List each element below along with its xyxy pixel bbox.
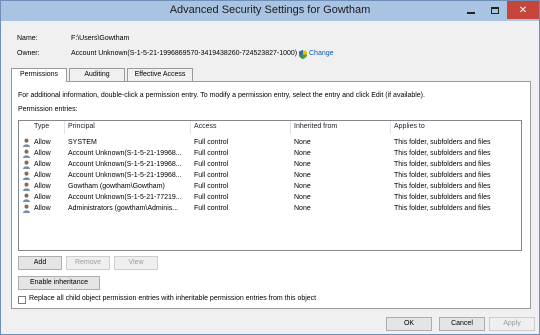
owner-value: Account Unknown(S-1-5-21-1996869570-3419… [71, 50, 298, 57]
tab-permissions[interactable]: Permissions [11, 68, 67, 82]
cell-principal: Account Unknown(S-1-5-21-19968... [68, 161, 182, 168]
column-inherited-from[interactable]: Inherited from [291, 121, 391, 134]
cell-inherited-from: None [294, 139, 311, 146]
cell-inherited-from: None [294, 172, 311, 179]
user-icon [23, 171, 30, 180]
cell-applies-to: This folder, subfolders and files [394, 139, 491, 146]
cell-access: Full control [194, 194, 229, 201]
cell-access: Full control [194, 183, 229, 190]
cell-applies-to: This folder, subfolders and files [394, 183, 491, 190]
cell-inherited-from: None [294, 205, 311, 212]
cell-type: Allow [34, 194, 51, 201]
cell-applies-to: This folder, subfolders and files [394, 194, 491, 201]
title-bar[interactable]: Advanced Security Settings for Gowtham ✕ [1, 1, 539, 21]
minimize-icon [467, 12, 475, 14]
replace-child-permissions-checkbox[interactable] [18, 296, 26, 304]
shield-icon [299, 50, 307, 59]
close-button[interactable]: ✕ [507, 1, 539, 19]
cell-access: Full control [194, 150, 229, 157]
cell-inherited-from: None [294, 183, 311, 190]
cell-principal: Gowtham (gowtham\Gowtham) [68, 183, 165, 190]
cell-applies-to: This folder, subfolders and files [394, 172, 491, 179]
user-icon [23, 182, 30, 191]
table-row[interactable]: Allow Administrators (gowtham\Adminis...… [19, 203, 521, 214]
cell-applies-to: This folder, subfolders and files [394, 161, 491, 168]
change-owner-link[interactable]: Change [309, 50, 334, 57]
cell-type: Allow [34, 139, 51, 146]
enable-inheritance-button[interactable]: Enable inheritance [18, 276, 100, 290]
user-icon [23, 204, 30, 213]
cell-principal: Account Unknown(S-1-5-21-77219... [68, 194, 182, 201]
apply-button[interactable]: Apply [489, 317, 535, 331]
table-row[interactable]: Allow Gowtham (gowtham\Gowtham) Full con… [19, 181, 521, 192]
cell-type: Allow [34, 205, 51, 212]
permissions-panel: For additional information, double-click… [11, 81, 531, 309]
cell-type: Allow [34, 161, 51, 168]
advanced-security-window: Advanced Security Settings for Gowtham ✕… [0, 0, 540, 335]
cell-access: Full control [194, 161, 229, 168]
owner-label: Owner: [17, 50, 40, 57]
cell-type: Allow [34, 150, 51, 157]
minimize-button[interactable] [459, 1, 483, 19]
cell-principal: Account Unknown(S-1-5-21-19968... [68, 150, 182, 157]
cell-principal: SYSTEM [68, 139, 97, 146]
user-icon [23, 149, 30, 158]
cell-inherited-from: None [294, 161, 311, 168]
add-button[interactable]: Add [18, 256, 62, 270]
table-row[interactable]: Allow Account Unknown(S-1-5-21-19968... … [19, 170, 521, 181]
cell-access: Full control [194, 172, 229, 179]
table-row[interactable]: Allow Account Unknown(S-1-5-21-77219... … [19, 192, 521, 203]
tab-auditing[interactable]: Auditing [69, 68, 125, 81]
column-applies-to[interactable]: Applies to [391, 121, 521, 134]
maximize-icon [491, 6, 499, 14]
cell-inherited-from: None [294, 150, 311, 157]
close-icon: ✕ [518, 4, 528, 16]
name-value: F:\Users\Gowtham [71, 35, 130, 42]
cell-access: Full control [194, 139, 229, 146]
permissions-info-text: For additional information, double-click… [18, 92, 425, 99]
remove-button[interactable]: Remove [66, 256, 110, 270]
cell-principal: Administrators (gowtham\Adminis... [68, 205, 179, 212]
view-button[interactable]: View [114, 256, 158, 270]
permission-entries-label: Permission entries: [18, 106, 78, 113]
cell-type: Allow [34, 172, 51, 179]
maximize-button[interactable] [483, 1, 507, 19]
permission-entries-list[interactable]: Type Principal Access Inherited from App… [18, 120, 522, 251]
cell-access: Full control [194, 205, 229, 212]
name-label: Name: [17, 35, 38, 42]
table-row[interactable]: Allow Account Unknown(S-1-5-21-19968... … [19, 159, 521, 170]
cancel-button[interactable]: Cancel [439, 317, 485, 331]
column-type[interactable]: Type [31, 121, 65, 134]
column-principal[interactable]: Principal [65, 121, 191, 134]
user-icon [23, 138, 30, 147]
cell-applies-to: This folder, subfolders and files [394, 150, 491, 157]
user-icon [23, 160, 30, 169]
table-row[interactable]: Allow SYSTEM Full control None This fold… [19, 137, 521, 148]
user-icon [23, 193, 30, 202]
list-header: Type Principal Access Inherited from App… [19, 121, 521, 134]
cell-applies-to: This folder, subfolders and files [394, 205, 491, 212]
ok-button[interactable]: OK [386, 317, 432, 331]
cell-inherited-from: None [294, 194, 311, 201]
cell-type: Allow [34, 183, 51, 190]
tab-effective-access[interactable]: Effective Access [127, 68, 193, 81]
column-access[interactable]: Access [191, 121, 291, 134]
table-row[interactable]: Allow Account Unknown(S-1-5-21-19968... … [19, 148, 521, 159]
replace-child-permissions-label: Replace all child object permission entr… [29, 295, 317, 302]
cell-principal: Account Unknown(S-1-5-21-19968... [68, 172, 182, 179]
